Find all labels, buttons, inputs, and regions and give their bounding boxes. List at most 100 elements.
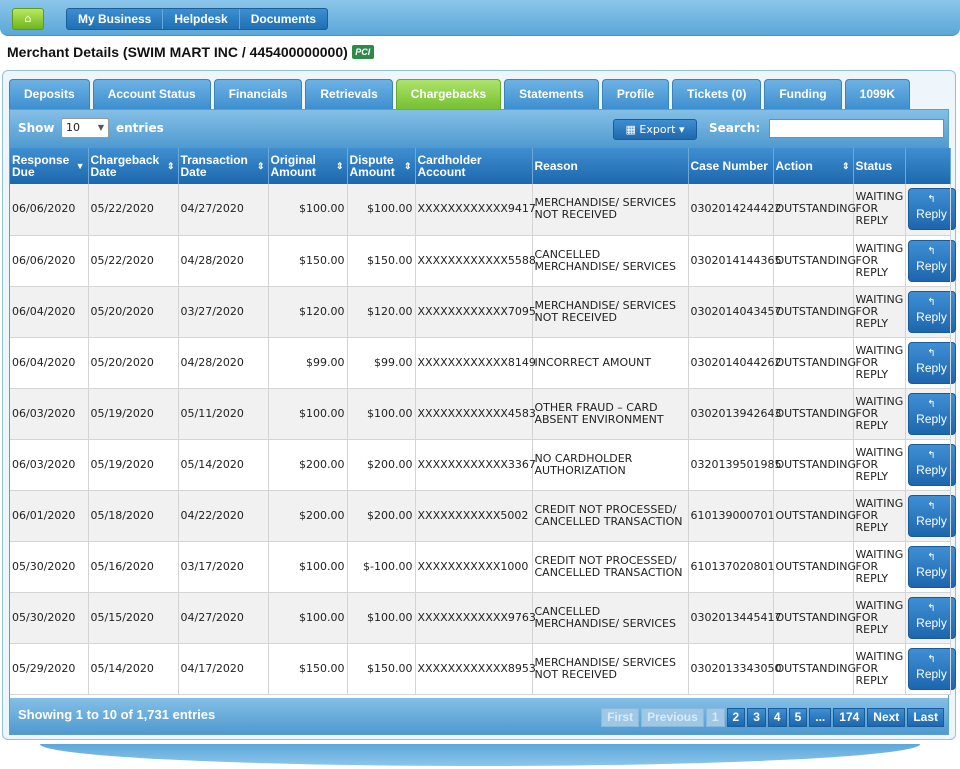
reply-button[interactable]: ↰ Reply (907, 239, 956, 282)
cell-chargeback-date: 05/22/2020 (88, 235, 179, 287)
table-footer: Showing 1 to 10 of 1,731 entries First P… (10, 698, 948, 734)
export-label: Export (639, 123, 676, 136)
pager-previous[interactable]: Previous (641, 708, 704, 727)
reply-button[interactable]: ↰ Reply (907, 647, 956, 690)
pager-page-2[interactable]: 2 (726, 708, 746, 727)
col-response-due[interactable]: Response Due ▼ (10, 148, 89, 184)
cell-status: WAITING FOR REPLY (853, 439, 906, 491)
cell-original-amount: $100.00 (268, 541, 348, 593)
cell-transaction-date: 04/28/2020 (178, 337, 269, 389)
cell-chargeback-date: 05/19/2020 (88, 388, 179, 440)
reply-button[interactable]: ↰ Reply (907, 596, 956, 639)
pager-next[interactable]: Next (867, 708, 906, 727)
show-label: Show (18, 121, 55, 135)
sort-icon: ⇕ (335, 161, 344, 171)
pager-first[interactable]: First (601, 708, 640, 727)
cell-action: OUTSTANDING (773, 541, 856, 593)
cell-status: WAITING FOR REPLY (853, 541, 906, 593)
search-input[interactable] (769, 119, 944, 138)
cell-reply: ↰ Reply (905, 235, 956, 287)
pagination: First Previous 1 2 3 4 5 ... 174 Next La… (601, 708, 944, 727)
sort-icon: ⇕ (403, 161, 412, 171)
cell-status: WAITING FOR REPLY (853, 337, 906, 389)
tab-funding[interactable]: Funding (764, 79, 842, 109)
cell-cardholder-account: XXXXXXXXXXXX8953 (415, 643, 536, 695)
reply-button[interactable]: ↰ Reply (907, 188, 956, 231)
table-row: 06/06/2020 05/22/2020 04/28/2020 $150.00 $15… (10, 235, 956, 287)
cell-cardholder-account: XXXXXXXXXXX5002 (415, 490, 533, 542)
sort-icon: ⇕ (166, 161, 175, 171)
cell-reason: INCORRECT AMOUNT (532, 337, 689, 389)
reply-icon: ↰ (927, 500, 936, 512)
tab-tickets[interactable]: Tickets (0) (672, 79, 762, 109)
tab-deposits[interactable]: Deposits (9, 79, 90, 109)
cell-cardholder-account: XXXXXXXXXXXX7095 (415, 286, 536, 338)
reply-button[interactable]: ↰ Reply (907, 494, 956, 537)
cell-dispute-amount: $200.00 (347, 439, 416, 491)
reply-label: Reply (916, 462, 947, 477)
cell-action: OUTSTANDING (773, 235, 856, 287)
reply-button[interactable]: ↰ Reply (907, 392, 956, 435)
reply-button[interactable]: ↰ Reply (907, 443, 956, 486)
reply-icon: ↰ (927, 449, 936, 461)
cell-response-due: 06/06/2020 (10, 184, 89, 236)
pager-last[interactable]: Last (907, 708, 944, 727)
table-row: 06/03/2020 05/19/2020 05/14/2020 $200.00 $20… (10, 439, 956, 491)
col-original-amount[interactable]: Original Amount ⇕ (268, 148, 348, 184)
reply-icon: ↰ (927, 551, 936, 563)
pager-page-3[interactable]: 3 (747, 708, 766, 727)
tab-account-status[interactable]: Account Status (92, 79, 211, 109)
cell-transaction-date: 04/22/2020 (178, 490, 269, 542)
home-icon[interactable]: ⌂ (12, 8, 44, 30)
cell-chargeback-date: 05/19/2020 (88, 439, 179, 491)
reply-button[interactable]: ↰ Reply (907, 545, 956, 588)
caret-down-icon: ▾ (678, 123, 685, 136)
tab-statements[interactable]: Statements (504, 79, 599, 109)
table-row: 06/04/2020 05/20/2020 03/27/2020 $120.00 $12… (10, 286, 956, 338)
reply-button[interactable]: ↰ Reply (907, 290, 956, 333)
tab-1099k[interactable]: 1099K (844, 79, 911, 109)
cell-action: OUTSTANDING (773, 592, 856, 644)
col-dispute-amount[interactable]: Dispute Amount ⇕ (347, 148, 416, 184)
nav-documents[interactable]: Documents (240, 9, 327, 29)
col-chargeback-date[interactable]: Chargeback Date ⇕ (88, 148, 179, 184)
col-action[interactable]: Action ⇕ (773, 148, 854, 184)
export-button[interactable]: ▦ Export ▾ (613, 119, 697, 140)
pager-page-174[interactable]: 174 (833, 708, 866, 727)
top-nav-links: My Business Helpdesk Documents (66, 8, 329, 30)
tab-chargebacks[interactable]: Chargebacks (395, 79, 502, 109)
table-row: 06/01/2020 05/18/2020 04/22/2020 $200.00 $20… (10, 490, 956, 542)
cell-response-due: 06/04/2020 (10, 286, 89, 338)
col-transaction-date[interactable]: Transaction Date ⇕ (178, 148, 269, 184)
merchant-panel: Deposits Account Status Financials Retri… (2, 70, 956, 740)
reply-button[interactable]: ↰ Reply (907, 341, 956, 384)
table-row: 05/30/2020 05/16/2020 03/17/2020 $100.00 $-1… (10, 541, 956, 593)
sort-icon: ⇕ (841, 161, 850, 171)
cell-reply: ↰ Reply (905, 388, 956, 440)
table-row: 06/03/2020 05/19/2020 05/11/2020 $100.00 $10… (10, 388, 956, 440)
page-size-select[interactable]: 10 ▼ (61, 118, 109, 138)
cell-response-due: 06/01/2020 (10, 490, 89, 542)
cell-chargeback-date: 05/15/2020 (88, 592, 179, 644)
sort-desc-icon: ▼ (75, 161, 85, 171)
cell-response-due: 06/06/2020 (10, 235, 89, 287)
col-reason: Reason (532, 148, 689, 184)
tab-profile[interactable]: Profile (601, 79, 670, 109)
cell-action: OUTSTANDING (773, 490, 856, 542)
tab-financials[interactable]: Financials (213, 79, 303, 109)
pager-page-5[interactable]: 5 (788, 708, 808, 727)
reply-label: Reply (916, 207, 947, 222)
pager-page-1[interactable]: 1 (705, 708, 725, 727)
cell-chargeback-date: 05/20/2020 (88, 337, 179, 389)
tab-retrievals[interactable]: Retrievals (305, 79, 393, 109)
table-row: 06/04/2020 05/20/2020 04/28/2020 $99.00 $99.… (10, 337, 956, 389)
reply-label: Reply (916, 309, 947, 324)
table-info: Showing 1 to 10 of 1,731 entries (18, 707, 216, 722)
top-navigation-bar: ⌂ My Business Helpdesk Documents (0, 0, 960, 36)
reply-icon: ↰ (927, 602, 936, 614)
reply-icon: ↰ (927, 653, 936, 665)
save-icon: ▦ (625, 123, 636, 136)
pager-page-4[interactable]: 4 (767, 708, 787, 727)
nav-my-business[interactable]: My Business (67, 9, 164, 29)
nav-helpdesk[interactable]: Helpdesk (163, 9, 240, 29)
